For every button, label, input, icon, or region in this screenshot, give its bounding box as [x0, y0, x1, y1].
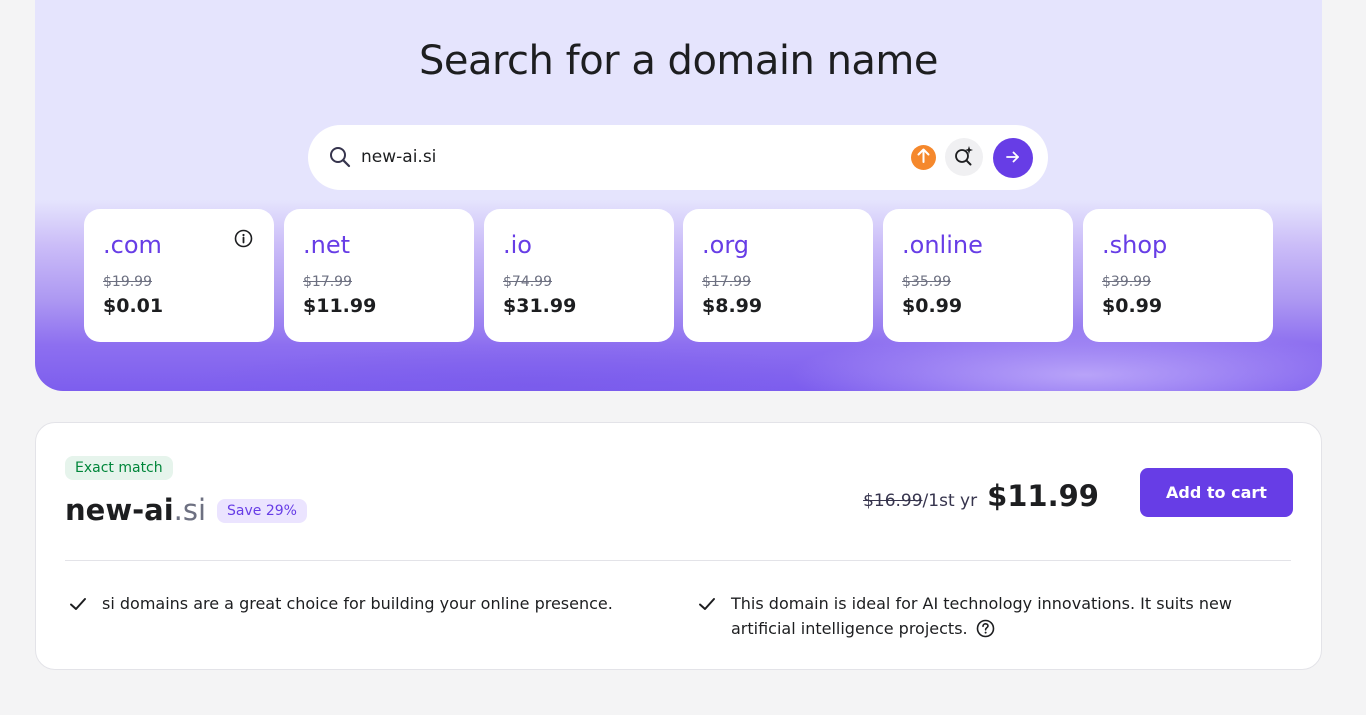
- tld-old-price: $74.99: [503, 274, 552, 290]
- domain-search-input[interactable]: [361, 137, 901, 177]
- tld-old-price: $17.99: [303, 274, 352, 290]
- arrow-right-icon: [1005, 149, 1021, 168]
- feature-item: This domain is ideal for AI technology i…: [697, 591, 1297, 641]
- upload-button[interactable]: [911, 145, 936, 170]
- tld-price: $11.99: [303, 295, 377, 317]
- tld-old-price: $19.99: [103, 274, 152, 290]
- page-title: Search for a domain name: [418, 38, 939, 84]
- tld-old-price: $35.99: [902, 274, 951, 290]
- tld-card-org[interactable]: .org $17.99 $8.99: [683, 209, 873, 342]
- search-icon: [329, 146, 351, 168]
- feature-text: si domains are a great choice for buildi…: [102, 594, 613, 613]
- tld-name: .net: [303, 231, 351, 259]
- search-submit-button[interactable]: [993, 138, 1033, 178]
- tld-price: $31.99: [503, 295, 577, 317]
- tld-price: $0.99: [902, 295, 963, 317]
- tld-card-online[interactable]: .online $35.99 $0.99: [883, 209, 1073, 342]
- tld-old-price: $17.99: [702, 274, 751, 290]
- domain-base: new-ai: [65, 493, 174, 527]
- domain-search-bar: [308, 125, 1048, 190]
- domain-tld: .si: [173, 493, 207, 527]
- info-icon[interactable]: [234, 229, 253, 248]
- tld-name: .shop: [1102, 231, 1168, 259]
- price-period: /1st yr: [922, 491, 978, 511]
- tld-price: $0.99: [1102, 295, 1163, 317]
- check-icon: [68, 594, 88, 614]
- check-icon: [697, 594, 717, 614]
- domain-result-card: Exact match new-ai.si Save 29% $16.99/1s…: [35, 422, 1322, 670]
- tld-card-io[interactable]: .io $74.99 $31.99: [484, 209, 674, 342]
- upload-icon: [917, 148, 930, 167]
- tld-card-com[interactable]: .com $19.99 $0.01: [84, 209, 274, 342]
- ai-search-button[interactable]: [945, 138, 983, 176]
- tld-price: $0.01: [103, 295, 164, 317]
- divider: [65, 560, 1291, 561]
- result-domain-name: new-ai.si: [65, 493, 206, 527]
- tld-old-price: $39.99: [1102, 274, 1151, 290]
- tld-card-shop[interactable]: .shop $39.99 $0.99: [1083, 209, 1273, 342]
- ai-search-icon: [953, 144, 975, 170]
- tld-name: .com: [103, 231, 162, 259]
- feature-text-wrap: This domain is ideal for AI technology i…: [731, 591, 1297, 641]
- exact-match-badge: Exact match: [65, 456, 173, 480]
- hero-section: Search for a domain name .com $19.99 $0: [35, 0, 1322, 391]
- tld-name: .io: [503, 231, 532, 259]
- save-badge: Save 29%: [217, 499, 307, 523]
- tld-name: .online: [902, 231, 983, 259]
- result-price: $16.99/1st yr $11.99: [863, 479, 1099, 513]
- feature-item: si domains are a great choice for buildi…: [68, 591, 628, 616]
- old-price: $16.99/1st yr: [863, 491, 977, 511]
- tld-name: .org: [702, 231, 749, 259]
- tld-card-net[interactable]: .net $17.99 $11.99: [284, 209, 474, 342]
- help-icon[interactable]: [976, 619, 995, 638]
- tld-price: $8.99: [702, 295, 763, 317]
- current-price: $11.99: [987, 479, 1099, 513]
- old-price-value: $16.99: [863, 491, 923, 511]
- add-to-cart-button[interactable]: Add to cart: [1140, 468, 1293, 517]
